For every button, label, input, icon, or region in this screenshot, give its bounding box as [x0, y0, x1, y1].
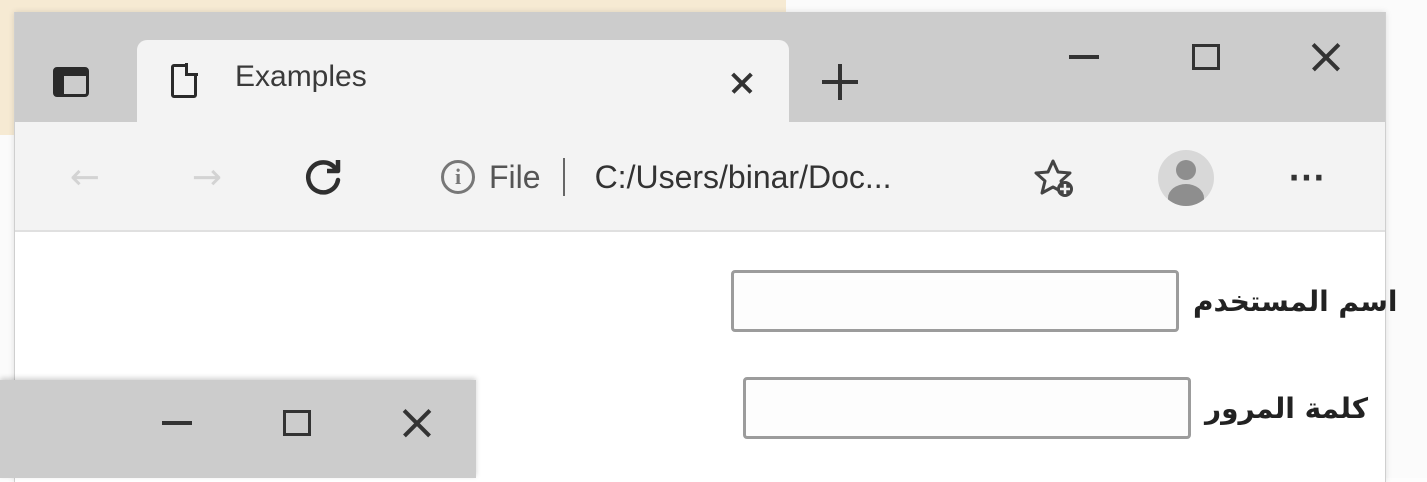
- page-icon: [171, 63, 198, 98]
- address-bar[interactable]: i File C:/Users/binar/Doc...: [435, 144, 1015, 210]
- tab-close-button[interactable]: [717, 58, 767, 108]
- minimize-button[interactable]: [142, 398, 212, 448]
- close-icon: [1311, 42, 1341, 72]
- tab-strip: Examples: [15, 12, 1385, 122]
- maximize-button[interactable]: [1171, 32, 1241, 82]
- avatar-icon: [1158, 150, 1214, 206]
- tab-examples[interactable]: Examples: [137, 40, 789, 122]
- maximize-icon: [283, 410, 311, 436]
- close-window-button[interactable]: [1291, 32, 1361, 82]
- password-row: كلمة المرور: [743, 377, 1368, 439]
- minimize-icon: [162, 421, 192, 425]
- more-button[interactable]: ···: [1277, 150, 1337, 206]
- password-input[interactable]: [743, 377, 1191, 439]
- forward-arrow-icon: →: [191, 156, 223, 198]
- browser-toolbar: ← → i File C:/Users/binar/Doc... ···: [15, 122, 1385, 232]
- screenshot-scene: Examples ← → i File C:/Users/binar/Doc..…: [0, 0, 1427, 482]
- username-input[interactable]: [731, 270, 1179, 332]
- profile-button[interactable]: [1155, 147, 1217, 209]
- tab-title: Examples: [235, 60, 367, 93]
- back-arrow-icon: ←: [69, 156, 101, 198]
- close-window-button[interactable]: [382, 398, 452, 448]
- address-divider: [562, 158, 565, 196]
- scheme-label: File: [489, 158, 541, 195]
- info-icon[interactable]: i: [441, 160, 475, 194]
- maximize-icon: [1192, 44, 1220, 70]
- close-icon: [731, 72, 753, 94]
- reload-button[interactable]: [293, 147, 353, 207]
- maximize-button[interactable]: [262, 398, 332, 448]
- tab-actions-icon: [53, 67, 89, 97]
- more-icon: ···: [1288, 160, 1326, 196]
- minimize-icon: [1069, 55, 1099, 59]
- second-window-titlebar: [0, 380, 476, 478]
- username-label: اسم المستخدم: [1193, 284, 1398, 318]
- close-icon: [402, 408, 432, 438]
- username-row: اسم المستخدم: [731, 270, 1398, 332]
- new-tab-button[interactable]: [815, 57, 865, 107]
- forward-button[interactable]: →: [177, 147, 237, 207]
- minimize-button[interactable]: [1049, 32, 1119, 82]
- favorites-button[interactable]: [1025, 150, 1085, 206]
- password-label: كلمة المرور: [1205, 391, 1369, 425]
- tab-actions-button[interactable]: [41, 57, 101, 107]
- back-button[interactable]: ←: [55, 147, 115, 207]
- url-text[interactable]: C:/Users/binar/Doc...: [595, 159, 892, 196]
- reload-icon: [306, 160, 341, 195]
- plus-icon: [822, 64, 858, 100]
- star-add-icon: [1034, 159, 1073, 197]
